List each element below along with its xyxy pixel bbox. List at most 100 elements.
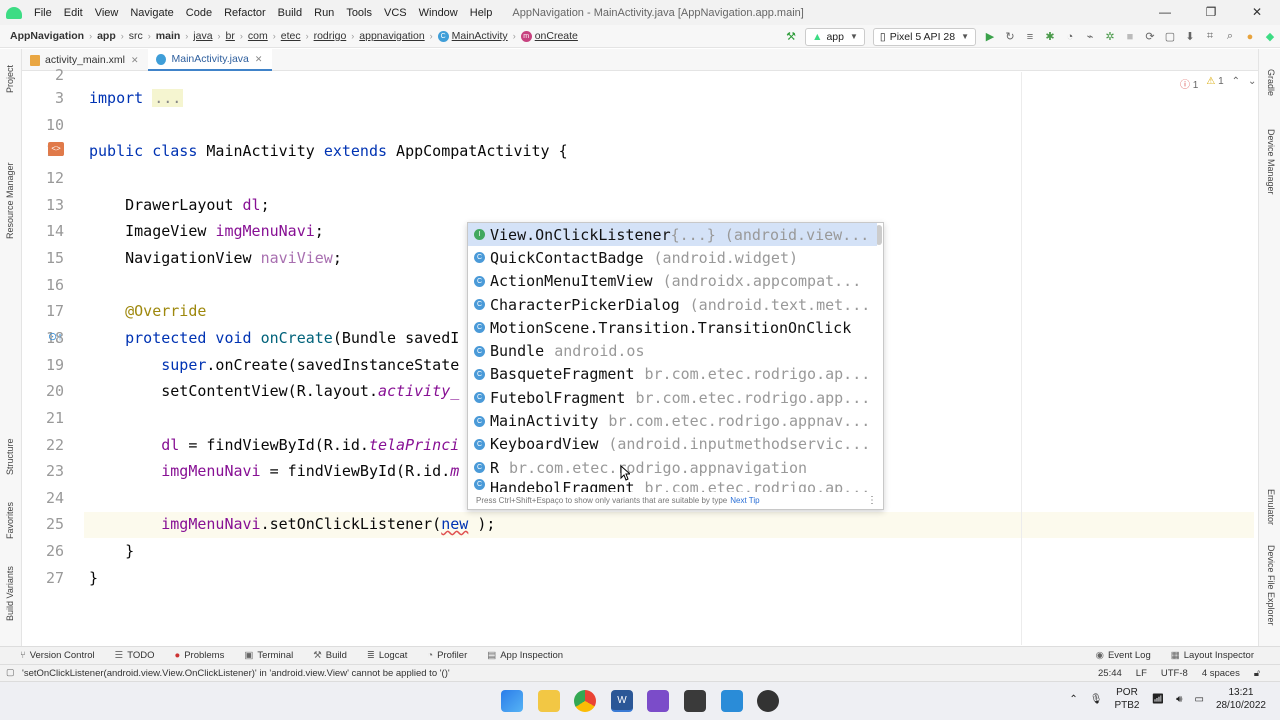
breadcrumb-rodrigo[interactable]: rodrigo	[314, 30, 347, 42]
breadcrumb-br[interactable]: br	[226, 30, 235, 42]
bug-icon[interactable]: ✲	[1100, 30, 1120, 43]
file-explorer-icon[interactable]	[538, 690, 560, 712]
todo-tool[interactable]: ☰ TODO	[115, 650, 155, 661]
tab-main-activity-java[interactable]: MainActivity.java ✕	[148, 49, 273, 71]
chevron-up-icon[interactable]: ⌃	[1069, 694, 1077, 705]
completion-item[interactable]: C Rbr.com.etec.rodrigo.appnavigation	[468, 456, 877, 479]
layout-inspector-icon[interactable]: ⌗	[1200, 30, 1220, 43]
obs-icon[interactable]	[757, 690, 779, 712]
event-log-tool[interactable]: ◉ Event Log	[1096, 650, 1151, 661]
logcat-tool[interactable]: ≣ Logcat	[367, 650, 408, 661]
chevron-up-icon[interactable]: ⌃	[1232, 76, 1240, 91]
sync-gradle-icon[interactable]: ⟳	[1140, 30, 1160, 43]
profile-icon[interactable]: ◔	[1060, 31, 1080, 43]
more-options-icon[interactable]: ⋮	[867, 495, 877, 506]
attach-debugger-icon[interactable]: ⌁	[1080, 30, 1100, 43]
terminal-tool[interactable]: ▣ Terminal	[244, 650, 293, 661]
override-gutter-icon[interactable]: ⊙↑	[48, 330, 63, 343]
device-file-explorer-tool-button[interactable]: Device File Explorer	[1266, 545, 1276, 626]
run-config-select[interactable]: ▲ app ▼	[805, 27, 865, 46]
breadcrumb-appnavigation[interactable]: appnavigation	[359, 30, 424, 42]
minimize-button[interactable]: —	[1142, 0, 1188, 25]
breadcrumb-app[interactable]: app	[97, 30, 116, 42]
version-control-tool[interactable]: ⑂ Version Control	[20, 650, 95, 661]
menu-window[interactable]: Window	[413, 7, 464, 19]
search-icon[interactable]: ⌕	[1220, 30, 1240, 43]
menu-file[interactable]: File	[28, 7, 58, 19]
breadcrumb-com[interactable]: com	[248, 30, 268, 42]
volume-icon[interactable]: 🔊︎	[1176, 694, 1182, 705]
chrome-icon[interactable]	[574, 690, 596, 712]
menu-run[interactable]: Run	[308, 7, 340, 19]
menu-edit[interactable]: Edit	[58, 7, 89, 19]
stop-icon[interactable]: ■	[1120, 31, 1140, 43]
completion-item[interactable]: C MotionScene.Transition.TransitionOnClic…	[468, 316, 877, 339]
menu-code[interactable]: Code	[180, 7, 218, 19]
status-toggle-icon[interactable]: ▢	[6, 667, 15, 678]
wifi-icon[interactable]: 📶︎	[1151, 694, 1164, 705]
gradle-tool-button[interactable]: Gradle	[1266, 69, 1276, 96]
completion-item[interactable]: C MainActivity br.com.etec.rodrigo.appnav.…	[468, 409, 877, 432]
device-select[interactable]: ▯ Pixel 5 API 28 ▼	[872, 27, 976, 46]
build-variants-tool-button[interactable]: Build Variants	[5, 566, 15, 621]
completion-item[interactable]: C BasqueteFragment br.com.etec.rodrigo.ap.…	[468, 363, 877, 386]
build-tool[interactable]: ⚒ Build	[313, 650, 347, 661]
menu-view[interactable]: View	[89, 7, 125, 19]
updates-icon[interactable]: ●	[1240, 31, 1260, 43]
completion-item[interactable]: I View.OnClickListener {...} (android.view…	[468, 223, 877, 247]
word-icon[interactable]: W	[611, 690, 633, 712]
apply-changes-icon[interactable]: ≡	[1020, 31, 1040, 43]
breadcrumb-java[interactable]: java	[193, 30, 212, 42]
inspection-widget[interactable]: ⓘ 1 ⚠ 1 ⌃ ⌄	[1180, 76, 1256, 91]
completion-item[interactable]: C CharacterPickerDialog (android.text.met.…	[468, 293, 877, 316]
layout-inspector-tool[interactable]: ▦ Layout Inspector	[1171, 650, 1254, 661]
breadcrumb-main[interactable]: main	[156, 30, 181, 42]
close-tab-icon[interactable]: ✕	[131, 55, 139, 66]
menu-build[interactable]: Build	[272, 7, 308, 19]
avd-manager-icon[interactable]: ▢	[1160, 30, 1180, 43]
breadcrumb-method[interactable]: onCreate	[535, 30, 578, 42]
caret-position[interactable]: 25:44	[1098, 668, 1122, 679]
keyboard-language[interactable]: POR PTB2	[1114, 686, 1139, 712]
battery-icon[interactable]: ▭	[1194, 694, 1203, 705]
completion-item[interactable]: C ActionMenuItemView (androidx.appcompat..…	[468, 270, 877, 293]
breadcrumb-etec[interactable]: etec	[281, 30, 301, 42]
vscode-icon[interactable]	[721, 690, 743, 712]
completion-item[interactable]: C QuickContactBadge (android.widget)	[468, 246, 877, 269]
emulator-tool-button[interactable]: Emulator	[1266, 489, 1276, 525]
lock-icon[interactable]: 🔓︎	[1254, 668, 1260, 679]
close-tab-icon[interactable]: ✕	[255, 54, 263, 65]
breadcrumb-class[interactable]: MainActivity	[452, 30, 508, 42]
maximize-button[interactable]: ❐	[1188, 0, 1234, 25]
menu-refactor[interactable]: Refactor	[218, 7, 272, 19]
breadcrumb-src[interactable]: src	[129, 30, 143, 42]
microphone-icon[interactable]: 🎙︎	[1090, 694, 1103, 705]
completion-item[interactable]: C FutebolFragment br.com.etec.rodrigo.app.…	[468, 386, 877, 409]
chevron-down-icon[interactable]: ⌄	[1248, 76, 1256, 91]
visual-studio-icon[interactable]	[647, 690, 669, 712]
close-window-button[interactable]: ✕	[1234, 0, 1280, 25]
completion-item[interactable]: C KeyboardView (android.inputmethodservic.…	[468, 433, 877, 456]
indent-setting[interactable]: 4 spaces	[1202, 668, 1240, 679]
app-inspection-tool[interactable]: ▤ App Inspection	[487, 650, 563, 661]
resource-manager-tool-button[interactable]: Resource Manager	[5, 162, 15, 239]
breadcrumb-project[interactable]: AppNavigation	[10, 30, 84, 42]
menu-navigate[interactable]: Navigate	[124, 7, 179, 19]
rerun-icon[interactable]: ↻	[1000, 30, 1020, 43]
folded-imports[interactable]: ...	[152, 89, 184, 107]
run-icon[interactable]: ▶	[980, 30, 1000, 43]
ide-logo-icon[interactable]: ◆	[1260, 30, 1280, 43]
device-manager-tool-button[interactable]: Device Manager	[1266, 129, 1276, 195]
file-encoding[interactable]: UTF-8	[1161, 668, 1188, 679]
favorites-tool-button[interactable]: Favorites	[5, 502, 15, 539]
layout-file-gutter-icon[interactable]: <>	[48, 142, 64, 156]
completion-item[interactable]: C Bundle android.os	[468, 340, 877, 363]
menu-tools[interactable]: Tools	[340, 7, 378, 19]
profiler-tool[interactable]: ◔ Profiler	[427, 650, 467, 661]
line-separator[interactable]: LF	[1136, 668, 1147, 679]
menu-vcs[interactable]: VCS	[378, 7, 413, 19]
debug-icon[interactable]: ✱	[1040, 30, 1060, 43]
project-tool-button[interactable]: Project	[5, 65, 15, 93]
structure-tool-button[interactable]: Structure	[5, 438, 15, 475]
sdk-manager-icon[interactable]: ⬇	[1180, 30, 1200, 43]
